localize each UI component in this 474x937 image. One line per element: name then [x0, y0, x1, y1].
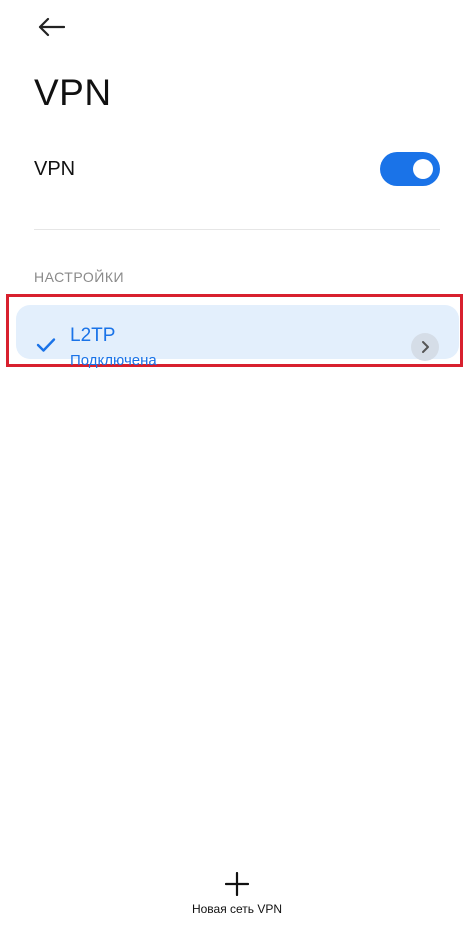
- add-vpn-label: Новая сеть VPN: [191, 902, 283, 916]
- vpn-profile-item[interactable]: L2TP Подключена: [16, 305, 459, 369]
- add-vpn-button[interactable]: Новая сеть VPN: [0, 872, 474, 916]
- toggle-knob: [413, 159, 433, 179]
- vpn-toggle-row[interactable]: VPN: [34, 146, 440, 192]
- section-header-settings: НАСТРОЙКИ: [34, 269, 125, 285]
- back-button[interactable]: [30, 12, 72, 42]
- vpn-profile-details-button[interactable]: [411, 333, 439, 361]
- vpn-toggle-switch[interactable]: [380, 152, 440, 186]
- checkmark-icon: [36, 338, 56, 352]
- vpn-profile-status: Подключена: [70, 352, 157, 369]
- vpn-profile-name: L2TP: [70, 325, 116, 346]
- plus-icon: [225, 872, 249, 896]
- divider: [34, 229, 440, 230]
- chevron-right-icon: [422, 341, 429, 353]
- back-arrow-icon: [38, 17, 65, 37]
- page-title: VPN: [34, 72, 112, 113]
- vpn-toggle-label: VPN: [34, 157, 76, 180]
